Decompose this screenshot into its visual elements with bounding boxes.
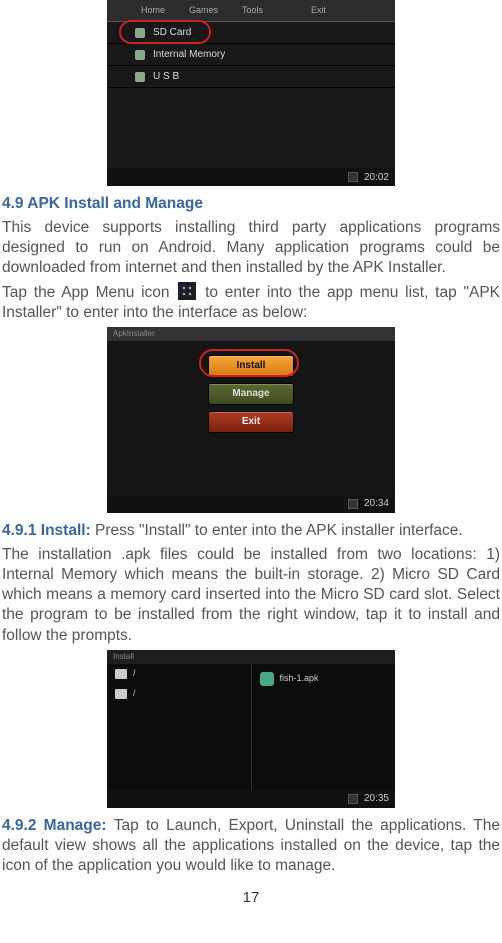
list-item: fish-1.apk	[252, 664, 396, 694]
clock: 20:02	[364, 171, 389, 184]
nav-icon	[348, 172, 358, 182]
status-bar: 20:02	[107, 168, 395, 186]
file-panel: fish-1.apk	[252, 664, 396, 790]
list-item: /	[107, 664, 251, 684]
highlight-oval	[199, 349, 299, 377]
text-run: Press "Install" to enter into the APK in…	[95, 522, 463, 539]
heading-4-9-2: 4.9.2 Manage:	[2, 817, 114, 834]
status-bar: 20:34	[107, 495, 395, 513]
list-item: /	[107, 684, 251, 704]
file-label: fish-1.apk	[280, 673, 319, 685]
window-title: ApkInstaller	[107, 327, 395, 341]
screenshot-install-browser: Install / / fish-1.apk 20:35	[107, 650, 395, 808]
clock: 20:34	[364, 497, 389, 510]
menu-item: Home	[141, 5, 165, 17]
list-item: U S B	[107, 66, 395, 88]
manage-button: Manage	[208, 383, 294, 405]
folder-icon	[115, 669, 127, 679]
list-item-label: U S B	[153, 70, 179, 83]
paragraph: This device supports installing third pa…	[2, 218, 500, 278]
paragraph: Tap the App Menu icon to enter into the …	[2, 283, 500, 323]
menu-item: Exit	[311, 5, 326, 17]
text-run: Tap the App Menu icon	[2, 284, 176, 301]
highlight-oval	[119, 20, 211, 44]
window-title: Install	[107, 650, 395, 664]
storage-icon	[135, 50, 145, 60]
heading-4-9-1: 4.9.1 Install:	[2, 522, 95, 539]
path-label: /	[133, 668, 136, 680]
list-item: Internal Memory	[107, 44, 395, 66]
menubar: Home Games Tools Exit	[107, 0, 395, 22]
paragraph: The installation .apk files could be ins…	[2, 545, 500, 646]
exit-button: Exit	[208, 411, 294, 433]
heading-4-9: 4.9 APK Install and Manage	[2, 195, 203, 212]
page-number: 17	[2, 888, 500, 908]
menu-item: Games	[189, 5, 218, 17]
clock: 20:35	[364, 792, 389, 805]
menu-item: Tools	[242, 5, 263, 17]
usb-icon	[135, 72, 145, 82]
nav-icon	[348, 794, 358, 804]
path-label: /	[133, 688, 136, 700]
paragraph: 4.9.2 Manage: Tap to Launch, Export, Uni…	[2, 816, 500, 876]
screenshot-storage-list: Home Games Tools Exit SD Card Internal M…	[107, 0, 395, 186]
path-panel: / /	[107, 664, 252, 790]
app-menu-icon	[178, 282, 196, 300]
apk-icon	[260, 672, 274, 686]
folder-icon	[115, 689, 127, 699]
list-item-label: Internal Memory	[153, 48, 225, 61]
paragraph: 4.9.1 Install: Press "Install" to enter …	[2, 521, 500, 541]
nav-icon	[348, 499, 358, 509]
status-bar: 20:35	[107, 790, 395, 808]
screenshot-apk-installer: ApkInstaller Install Manage Exit 20:34	[107, 327, 395, 513]
